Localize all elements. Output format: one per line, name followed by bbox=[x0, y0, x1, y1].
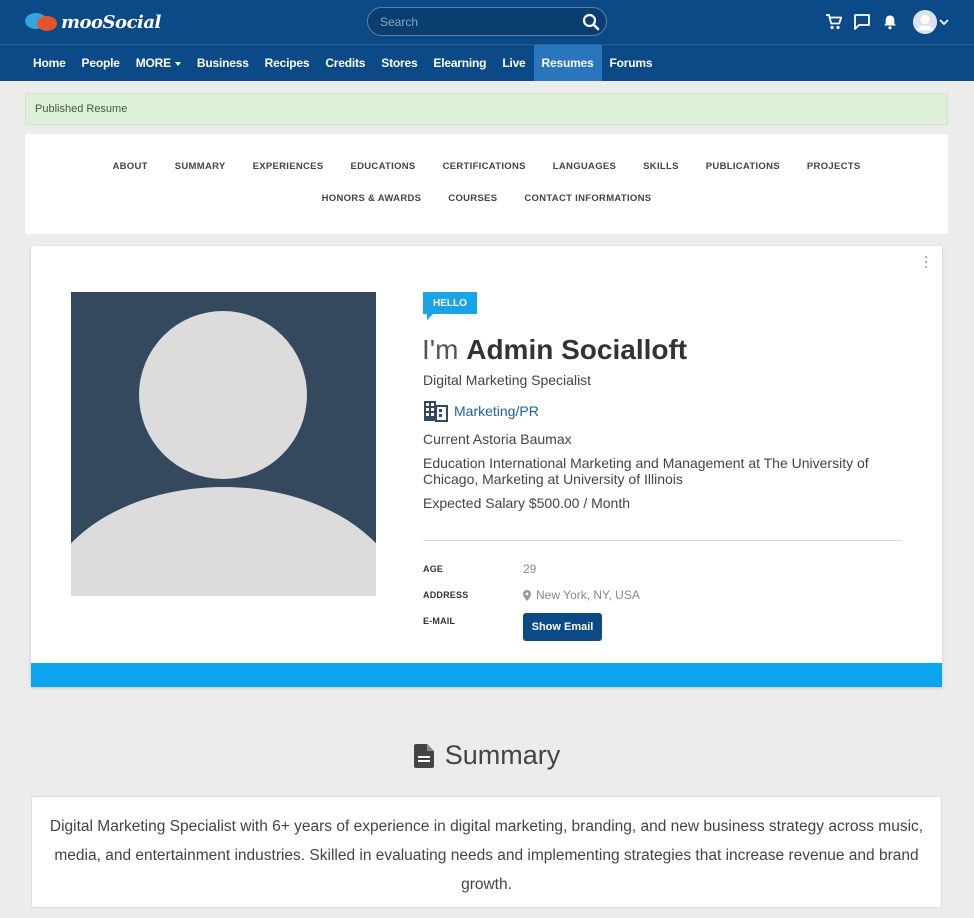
age-label: AGE bbox=[423, 564, 444, 574]
show-email-button[interactable]: Show Email bbox=[523, 613, 602, 641]
section-link-skills[interactable]: SKILLS bbox=[630, 161, 693, 173]
document-icon bbox=[413, 743, 434, 768]
caret-down-icon bbox=[174, 62, 181, 66]
greeting-prefix: I'm bbox=[422, 334, 459, 365]
profile-photo bbox=[71, 292, 376, 596]
resume-section-nav: ABOUT SUMMARY EXPERIENCES EDUCATIONS CER… bbox=[25, 134, 948, 234]
chevron-down-icon bbox=[939, 13, 949, 31]
cart-icon[interactable] bbox=[825, 13, 843, 31]
profile-name: Admin Socialloft bbox=[466, 334, 688, 365]
published-alert: Published Resume bbox=[25, 93, 948, 125]
summary-title: Summary bbox=[444, 740, 561, 770]
section-link-certifications[interactable]: CERTIFICATIONS bbox=[429, 161, 539, 173]
header-actions bbox=[825, 8, 949, 36]
map-pin-icon bbox=[523, 589, 531, 601]
section-link-honors-awards[interactable]: HONORS & AWARDS bbox=[308, 193, 435, 205]
nav-item-people[interactable]: People bbox=[74, 45, 128, 81]
main-nav: Home People MORE Business Recipes Credit… bbox=[0, 44, 974, 81]
address-value-wrap: New York, NY, USA bbox=[523, 588, 640, 602]
age-value: 29 bbox=[523, 562, 537, 576]
section-link-languages[interactable]: LANGUAGES bbox=[539, 161, 629, 173]
bell-icon[interactable] bbox=[881, 13, 899, 31]
building-icon bbox=[423, 400, 448, 422]
card-accent-bar bbox=[31, 663, 942, 687]
profile-category: Marketing/PR bbox=[423, 400, 539, 422]
chat-icon[interactable] bbox=[853, 13, 871, 31]
nav-item-live[interactable]: Live bbox=[494, 45, 533, 81]
section-link-projects[interactable]: PROJECTS bbox=[793, 161, 874, 173]
nav-item-business[interactable]: Business bbox=[189, 45, 257, 81]
avatar bbox=[913, 10, 937, 34]
search-box bbox=[367, 7, 607, 36]
section-link-experiences[interactable]: EXPERIENCES bbox=[239, 161, 337, 173]
email-label: E-MAIL bbox=[423, 616, 456, 626]
profile-title: Digital Marketing Specialist bbox=[423, 372, 592, 388]
summary-text: Digital Marketing Specialist with 6+ yea… bbox=[31, 796, 942, 908]
summary-heading: Summary bbox=[0, 740, 974, 771]
nav-item-credits[interactable]: Credits bbox=[317, 45, 373, 81]
nav-item-resumes[interactable]: Resumes bbox=[533, 45, 602, 81]
top-bar: mooSocial bbox=[0, 0, 974, 44]
expected-salary: Expected Salary $500.00 / Month bbox=[423, 495, 631, 511]
section-link-contact-informations[interactable]: CONTACT INFORMATIONS bbox=[511, 193, 665, 205]
site-logo[interactable]: mooSocial bbox=[25, 9, 161, 35]
address-label: ADDRESS bbox=[423, 590, 469, 600]
nav-item-more-label: MORE bbox=[135, 56, 171, 70]
divider bbox=[423, 540, 902, 541]
education-summary: Education International Marketing and Ma… bbox=[423, 455, 869, 487]
profile-card: HELLO I'm Admin Socialloft Digital Marke… bbox=[31, 246, 942, 687]
nav-item-forums[interactable]: Forums bbox=[602, 45, 661, 81]
nav-item-stores[interactable]: Stores bbox=[373, 45, 425, 81]
nav-item-elearning[interactable]: Elearning bbox=[425, 45, 494, 81]
section-link-educations[interactable]: EDUCATIONS bbox=[337, 161, 429, 173]
more-options-icon[interactable] bbox=[924, 256, 928, 268]
logo-bubbles-icon bbox=[25, 10, 61, 34]
search-input[interactable] bbox=[368, 8, 576, 35]
section-nav-row: ABOUT SUMMARY EXPERIENCES EDUCATIONS CER… bbox=[25, 161, 948, 173]
logo-text: mooSocial bbox=[61, 11, 161, 33]
user-menu[interactable] bbox=[913, 10, 949, 34]
profile-greeting: I'm Admin Socialloft bbox=[422, 334, 687, 366]
section-link-summary[interactable]: SUMMARY bbox=[161, 161, 239, 173]
section-link-about[interactable]: ABOUT bbox=[99, 161, 161, 173]
nav-item-recipes[interactable]: Recipes bbox=[257, 45, 318, 81]
section-link-courses[interactable]: COURSES bbox=[435, 193, 511, 205]
section-nav-row: HONORS & AWARDS COURSES CONTACT INFORMAT… bbox=[25, 193, 948, 205]
current-position: Current Astoria Baumax bbox=[423, 431, 572, 447]
hello-badge: HELLO bbox=[423, 292, 477, 320]
search-icon[interactable] bbox=[576, 7, 606, 36]
address-value: New York, NY, USA bbox=[536, 588, 640, 602]
category-link[interactable]: Marketing/PR bbox=[454, 403, 539, 419]
section-link-publications[interactable]: PUBLICATIONS bbox=[692, 161, 793, 173]
nav-item-home[interactable]: Home bbox=[25, 45, 74, 81]
nav-item-more[interactable]: MORE bbox=[128, 45, 189, 81]
